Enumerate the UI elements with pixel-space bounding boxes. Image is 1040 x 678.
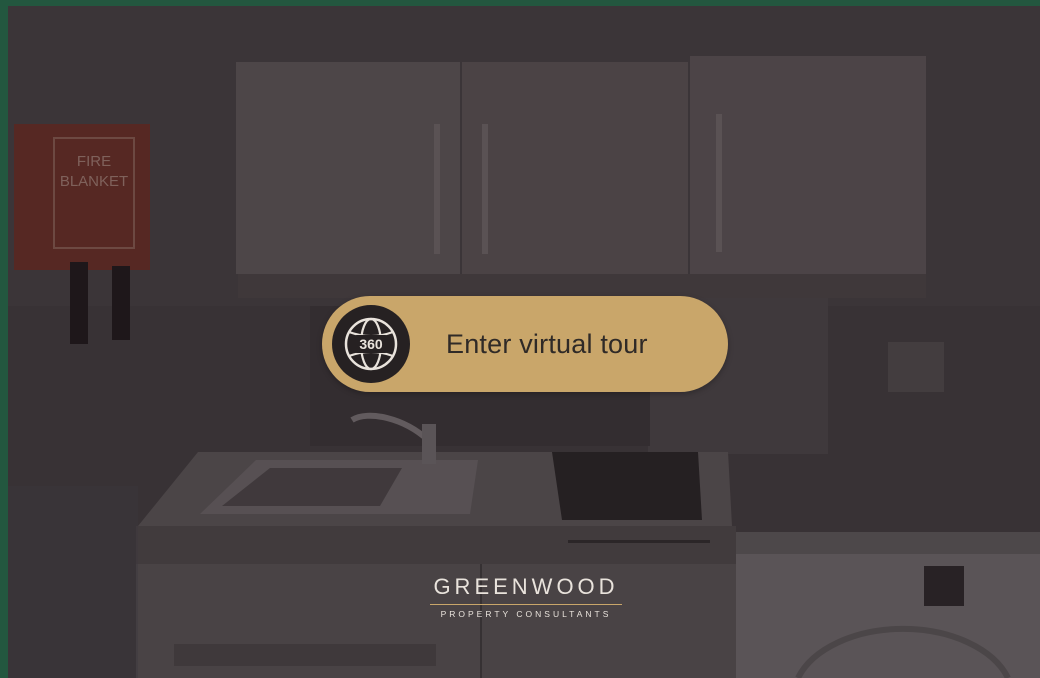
fire-blanket-sign: FIRE xyxy=(77,153,111,170)
brand-divider xyxy=(430,604,622,605)
360-globe-icon: 360 xyxy=(332,305,410,383)
greenwood-logo: GREENWOOD PROPERTY CONSULTANTS xyxy=(408,574,644,619)
upper-cabinets xyxy=(236,56,926,298)
enter-virtual-tour-button[interactable]: 360 Enter virtual tour xyxy=(322,296,728,392)
brand-name: GREENWOOD xyxy=(433,574,619,599)
virtual-tour-preview[interactable]: FIRE BLANKET 360 Enter virtual tour GREE… xyxy=(0,0,1040,678)
fire-blanket-sign: BLANKET xyxy=(60,173,128,190)
enter-virtual-tour-label: Enter virtual tour xyxy=(446,328,648,359)
360-label: 360 xyxy=(359,336,383,352)
washing-machine xyxy=(736,532,1040,678)
brand-tagline: PROPERTY CONSULTANTS xyxy=(440,609,612,619)
